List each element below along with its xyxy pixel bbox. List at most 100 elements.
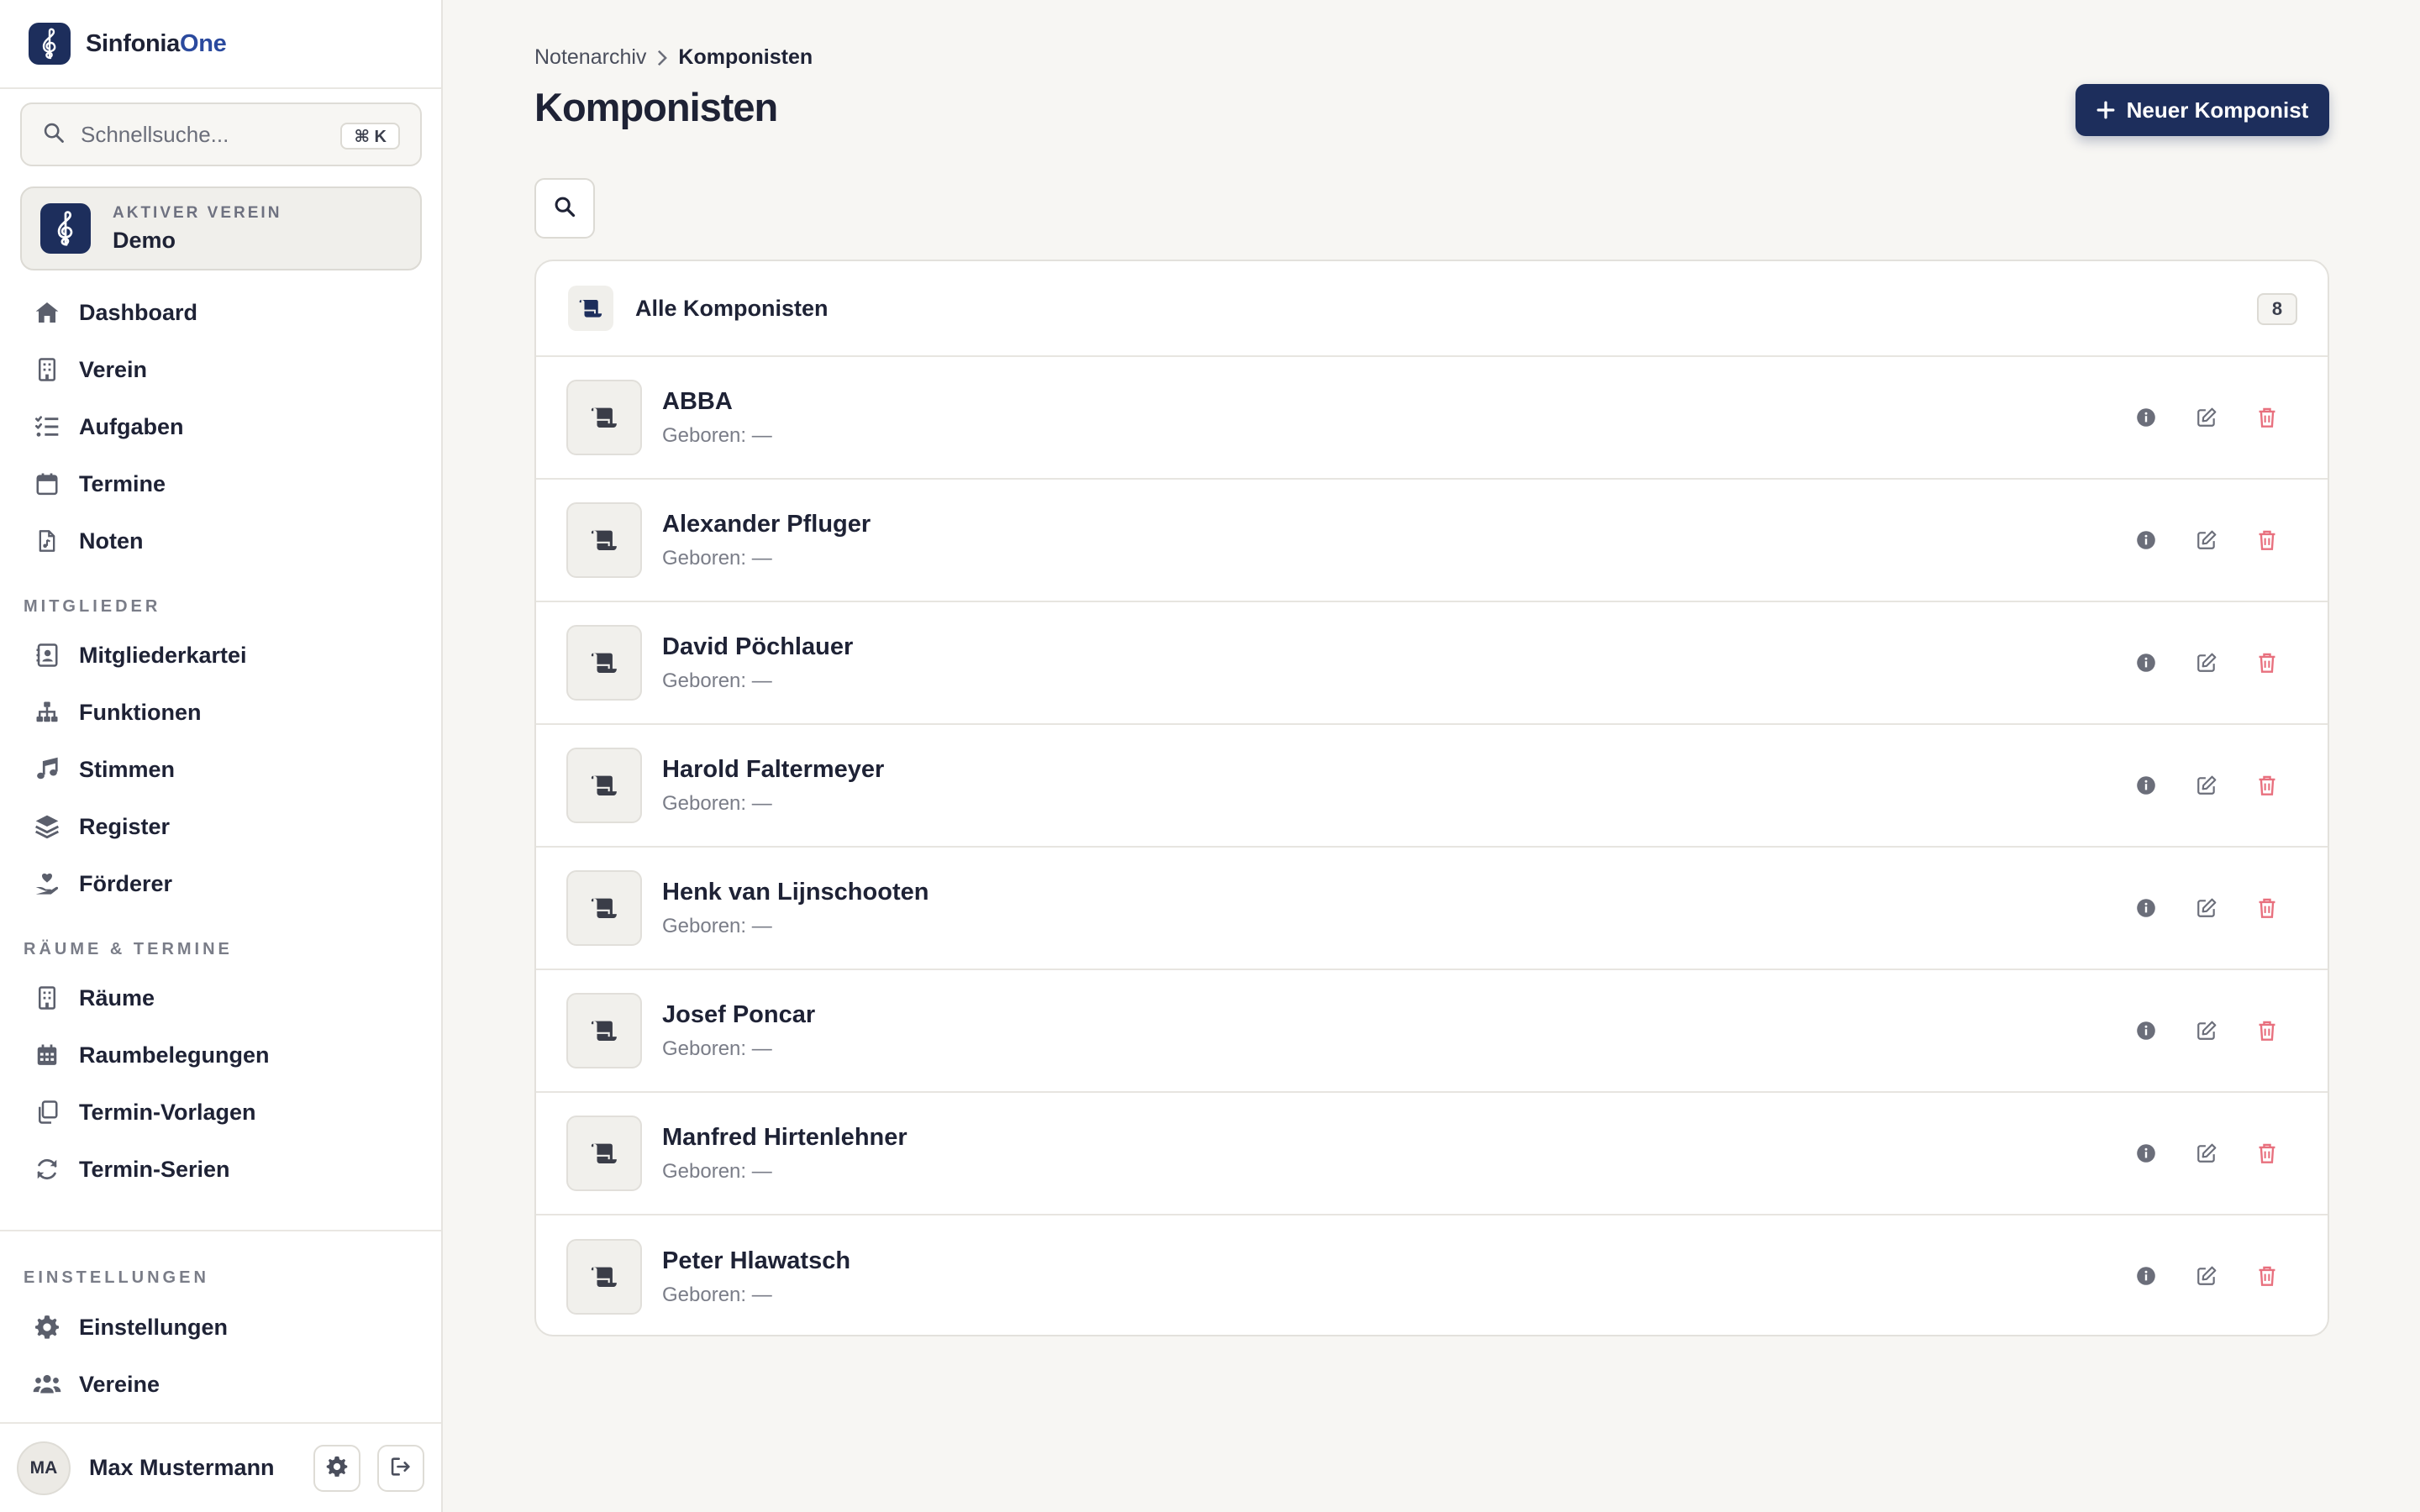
- table-row[interactable]: David Pöchlauer Geboren: —: [536, 602, 2328, 725]
- members-nav: Mitgliederkartei Funktionen Stimmen Regi…: [0, 627, 441, 912]
- user-settings-button[interactable]: [313, 1445, 360, 1492]
- edit-button[interactable]: [2186, 1256, 2227, 1296]
- composer-name: Harold Faltermeyer: [662, 755, 885, 783]
- logout-button[interactable]: [377, 1445, 424, 1492]
- sidebar-item-termine[interactable]: Termine: [0, 455, 441, 512]
- delete-button[interactable]: [2247, 765, 2287, 806]
- sidebar-divider: [0, 1230, 441, 1231]
- rooms-nav: Räume Raumbelegungen Termin-Vorlagen Ter…: [0, 969, 441, 1198]
- info-button[interactable]: [2126, 765, 2166, 806]
- gear-icon: [325, 1455, 349, 1483]
- info-button[interactable]: [2126, 888, 2166, 928]
- sidebar-item-noten[interactable]: Noten: [0, 512, 441, 570]
- composer-list-card: Alle Komponisten 8 ABBA Geboren: — Alexan…: [534, 260, 2329, 1336]
- composer-born: Geboren: —: [662, 1037, 772, 1060]
- home-icon: [32, 297, 62, 328]
- scroll-icon: [566, 1116, 642, 1191]
- table-row[interactable]: Harold Faltermeyer Geboren: —: [536, 725, 2328, 848]
- building-icon: [32, 983, 62, 1013]
- sidebar-item-raeume[interactable]: Räume: [0, 969, 441, 1026]
- delete-button[interactable]: [2247, 1133, 2287, 1173]
- table-row[interactable]: Peter Hlawatsch Geboren: —: [536, 1215, 2328, 1335]
- table-row[interactable]: Henk van Lijnschooten Geboren: —: [536, 848, 2328, 970]
- breadcrumb-link-notenarchiv[interactable]: Notenarchiv: [534, 45, 646, 70]
- sidebar-item-dashboard[interactable]: Dashboard: [0, 284, 441, 341]
- composer-born: Geboren: —: [662, 546, 772, 570]
- edit-button[interactable]: [2186, 765, 2227, 806]
- calendar-grid-icon: [32, 1040, 62, 1070]
- edit-button[interactable]: [2186, 1011, 2227, 1051]
- info-button[interactable]: [2126, 520, 2166, 560]
- contact-card-icon: [32, 640, 62, 670]
- info-button[interactable]: [2126, 1133, 2166, 1173]
- gear-icon: [32, 1312, 62, 1342]
- brand-header[interactable]: SinfoniaOne: [0, 0, 441, 89]
- edit-button[interactable]: [2186, 643, 2227, 683]
- composer-born: Geboren: —: [662, 791, 772, 815]
- page-title: Komponisten: [534, 85, 778, 129]
- sidebar-item-funktionen[interactable]: Funktionen: [0, 684, 441, 741]
- sidebar-item-aufgaben[interactable]: Aufgaben: [0, 398, 441, 455]
- delete-button[interactable]: [2247, 643, 2287, 683]
- table-row[interactable]: Alexander Pfluger Geboren: —: [536, 480, 2328, 602]
- section-title-settings: EINSTELLUNGEN: [24, 1268, 209, 1287]
- info-button[interactable]: [2126, 1011, 2166, 1051]
- sidebar-item-stimmen[interactable]: Stimmen: [0, 741, 441, 798]
- search-icon: [42, 121, 66, 149]
- delete-button[interactable]: [2247, 397, 2287, 438]
- sidebar-item-raumbelegungen[interactable]: Raumbelegungen: [0, 1026, 441, 1084]
- scroll-icon: [568, 286, 613, 331]
- delete-button[interactable]: [2247, 520, 2287, 560]
- sidebar-item-termin-vorlagen[interactable]: Termin-Vorlagen: [0, 1084, 441, 1141]
- sidebar-item-einstellungen[interactable]: Einstellungen: [0, 1299, 441, 1356]
- building-icon: [32, 354, 62, 385]
- edit-button[interactable]: [2186, 520, 2227, 560]
- table-row[interactable]: Josef Poncar Geboren: —: [536, 970, 2328, 1093]
- sidebar-item-mitgliederkartei[interactable]: Mitgliederkartei: [0, 627, 441, 684]
- sidebar-item-verein[interactable]: Verein: [0, 341, 441, 398]
- avatar[interactable]: MA: [17, 1441, 71, 1495]
- section-title-members: MITGLIEDER: [24, 597, 161, 616]
- delete-button[interactable]: [2247, 1011, 2287, 1051]
- table-row[interactable]: ABBA Geboren: —: [536, 357, 2328, 480]
- search-toggle-button[interactable]: [534, 178, 595, 239]
- breadcrumb-current: Komponisten: [678, 45, 813, 69]
- list-title: Alle Komponisten: [635, 295, 829, 321]
- info-button[interactable]: [2126, 1256, 2166, 1296]
- edit-button[interactable]: [2186, 888, 2227, 928]
- club-label: AKTIVER VEREIN: [113, 203, 282, 222]
- info-button[interactable]: [2126, 397, 2166, 438]
- sidebar-item-foerderer[interactable]: Förderer: [0, 855, 441, 912]
- composer-name: David Pöchlauer: [662, 633, 854, 660]
- scroll-icon: [566, 1239, 642, 1315]
- delete-button[interactable]: [2247, 888, 2287, 928]
- logout-icon: [389, 1455, 413, 1483]
- user-name: Max Mustermann: [89, 1455, 275, 1480]
- main-nav: Dashboard Verein Aufgaben Termine Noten: [0, 284, 441, 570]
- delete-button[interactable]: [2247, 1256, 2287, 1296]
- sidebar-item-termin-serien[interactable]: Termin-Serien: [0, 1141, 441, 1198]
- composer-born: Geboren: —: [662, 1283, 772, 1306]
- sidebar-item-register[interactable]: Register: [0, 798, 441, 855]
- chevron-right-icon: [656, 49, 668, 67]
- hand-heart-icon: [32, 869, 62, 899]
- count-badge: 8: [2257, 293, 2297, 325]
- new-composer-button[interactable]: Neuer Komponist: [2075, 84, 2329, 136]
- composer-name: ABBA: [662, 387, 733, 415]
- treble-clef-club-icon: [40, 203, 91, 254]
- sheet-music-icon: [32, 526, 62, 556]
- music-note-icon: [32, 754, 62, 785]
- edit-button[interactable]: [2186, 1133, 2227, 1173]
- composer-name: Josef Poncar: [662, 1000, 816, 1028]
- app-name: SinfoniaOne: [86, 29, 227, 57]
- settings-nav: Einstellungen Vereine: [0, 1299, 441, 1413]
- edit-button[interactable]: [2186, 397, 2227, 438]
- composer-born: Geboren: —: [662, 423, 772, 447]
- composer-born: Geboren: —: [662, 1159, 772, 1183]
- table-row[interactable]: Manfred Hirtenlehner Geboren: —: [536, 1093, 2328, 1215]
- calendar-icon: [32, 469, 62, 499]
- sidebar-item-vereine[interactable]: Vereine: [0, 1356, 441, 1413]
- active-club-switcher[interactable]: AKTIVER VEREIN Demo: [20, 186, 422, 270]
- info-button[interactable]: [2126, 643, 2166, 683]
- quick-search-input[interactable]: Schnellsuche... ⌘ K: [20, 102, 422, 166]
